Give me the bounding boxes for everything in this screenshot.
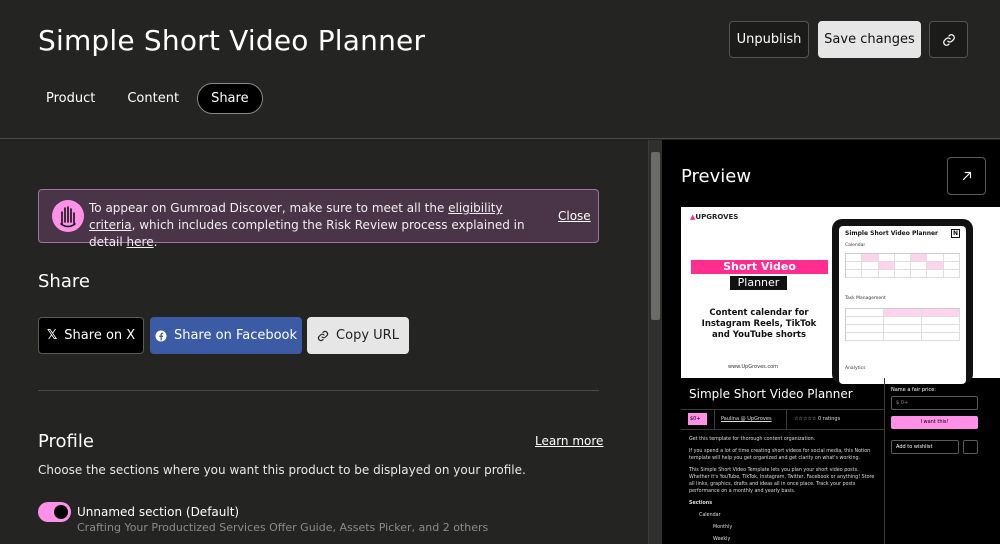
tablet-title: Simple Short Video Planner <box>845 230 939 237</box>
divider <box>681 409 884 410</box>
link-icon <box>317 330 329 341</box>
i-want-this-button[interactable]: I want this! <box>891 416 978 429</box>
price-input[interactable]: $ 0+ <box>891 396 978 410</box>
discover-notice: To appear on Gumroad Discover, make sure… <box>38 189 599 249</box>
profile-heading: Profile <box>38 431 94 452</box>
description-bullet: Monthly <box>713 525 733 530</box>
profile-description: Choose the sections where you want this … <box>38 463 526 477</box>
share-on-x-button[interactable]: 𝕏 Share on X <box>38 317 144 354</box>
toggle-knob <box>54 505 68 519</box>
description-bullet: Calendar <box>699 513 721 518</box>
cover-headline-2: Planner <box>730 276 787 290</box>
fair-price-label: Name a fair price: <box>891 387 936 393</box>
notion-icon: N <box>951 229 960 238</box>
cover-logo: ▲UPGROVES <box>690 213 739 221</box>
price-badge: $0+ <box>688 413 707 425</box>
page-header: Simple Short Video Planner Unpublish Sav… <box>0 0 1000 139</box>
scrollbar-thumb[interactable] <box>651 152 660 320</box>
save-changes-button[interactable]: Save changes <box>818 21 921 58</box>
cover-subtitle: Content calendar for Instagram Reels, Ti… <box>701 308 817 340</box>
tablet-analytics-label: Analytics <box>845 366 866 371</box>
add-to-wishlist-button[interactable]: Add to wishlist <box>891 440 959 454</box>
cover-url: www.UpGroves.com <box>728 364 779 370</box>
page-title: Simple Short Video Planner <box>38 24 426 57</box>
arrow-up-right-icon <box>962 171 971 181</box>
product-description: Get this template for thorough content o… <box>689 436 879 544</box>
share-on-facebook-label: Share on Facebook <box>173 328 298 343</box>
preview-heading: Preview <box>681 166 752 187</box>
link-icon <box>942 33 955 46</box>
x-icon: 𝕏 <box>46 328 58 343</box>
tablet-calendar-grid <box>845 253 960 278</box>
description-heading: Sections <box>689 501 713 506</box>
description-bullet: Weekly <box>713 537 731 542</box>
divider <box>681 429 884 430</box>
cover-headline-1: Short Video <box>691 260 828 274</box>
price-placeholder: 0+ <box>900 400 909 406</box>
tab-share[interactable]: Share <box>197 83 263 114</box>
main-panel: To appear on Gumroad Discover, make sure… <box>0 140 648 544</box>
copy-url-button[interactable]: Copy URL <box>307 317 409 354</box>
description-paragraph: If you spend a lot of time creating shor… <box>689 449 871 461</box>
copy-link-button[interactable] <box>929 21 968 58</box>
close-notice-link[interactable]: Close <box>558 209 591 223</box>
tab-bar: Product Content Share <box>32 83 263 114</box>
divider <box>714 409 715 429</box>
notice-text-part: To appear on Gumroad Discover, make sure… <box>89 201 449 215</box>
creator-link[interactable]: Paulina @ UpGroves <box>721 416 772 422</box>
divider <box>884 378 885 544</box>
preview-product-title: Simple Short Video Planner <box>689 387 853 401</box>
tablet-mockup: Simple Short Video Planner N Calendar Ta… <box>832 219 973 384</box>
open-preview-button[interactable] <box>947 157 986 195</box>
notice-text: To appear on Gumroad Discover, make sure… <box>89 200 539 251</box>
copy-url-label: Copy URL <box>336 328 399 343</box>
share-product-button[interactable] <box>963 440 978 454</box>
tablet-calendar-label: Calendar <box>845 243 866 248</box>
cover-logo-text: UPGROVES <box>695 213 739 221</box>
share-on-x-label: Share on X <box>64 328 136 343</box>
learn-more-link[interactable]: Learn more <box>535 434 603 448</box>
section-divider <box>38 390 599 391</box>
here-link[interactable]: here <box>127 235 154 249</box>
tablet-screen: Simple Short Video Planner N Calendar Ta… <box>839 226 966 384</box>
product-cover-image: ▲UPGROVES Short Video Planner Content ca… <box>681 207 1000 384</box>
share-on-facebook-button[interactable]: Share on Facebook <box>150 317 302 354</box>
unpublish-button[interactable]: Unpublish <box>729 21 809 58</box>
facebook-icon <box>155 330 167 341</box>
product-preview-card: ▲UPGROVES Short Video Planner Content ca… <box>681 207 1000 544</box>
tab-content[interactable]: Content <box>113 83 193 114</box>
tablet-task-label: Task Management <box>845 296 886 301</box>
hand-icon <box>52 200 84 232</box>
description-paragraph: Get this template for thorough content o… <box>689 437 816 442</box>
tab-product[interactable]: Product <box>32 83 109 114</box>
notice-text-part: . <box>153 235 158 249</box>
section-toggle[interactable] <box>38 502 71 522</box>
section-label: Unnamed section (Default) <box>77 505 240 519</box>
tablet-task-grid <box>845 308 960 341</box>
preview-panel: Preview ▲UPGROVES Short Video Planner Co… <box>662 140 1000 544</box>
ratings: ☆☆☆☆☆ 0 ratings <box>794 416 841 422</box>
share-heading: Share <box>38 271 90 292</box>
divider <box>786 409 787 429</box>
description-paragraph: This Simple Short Video Template lets yo… <box>689 468 875 494</box>
section-products: Crafting Your Productized Services Offer… <box>77 521 489 534</box>
